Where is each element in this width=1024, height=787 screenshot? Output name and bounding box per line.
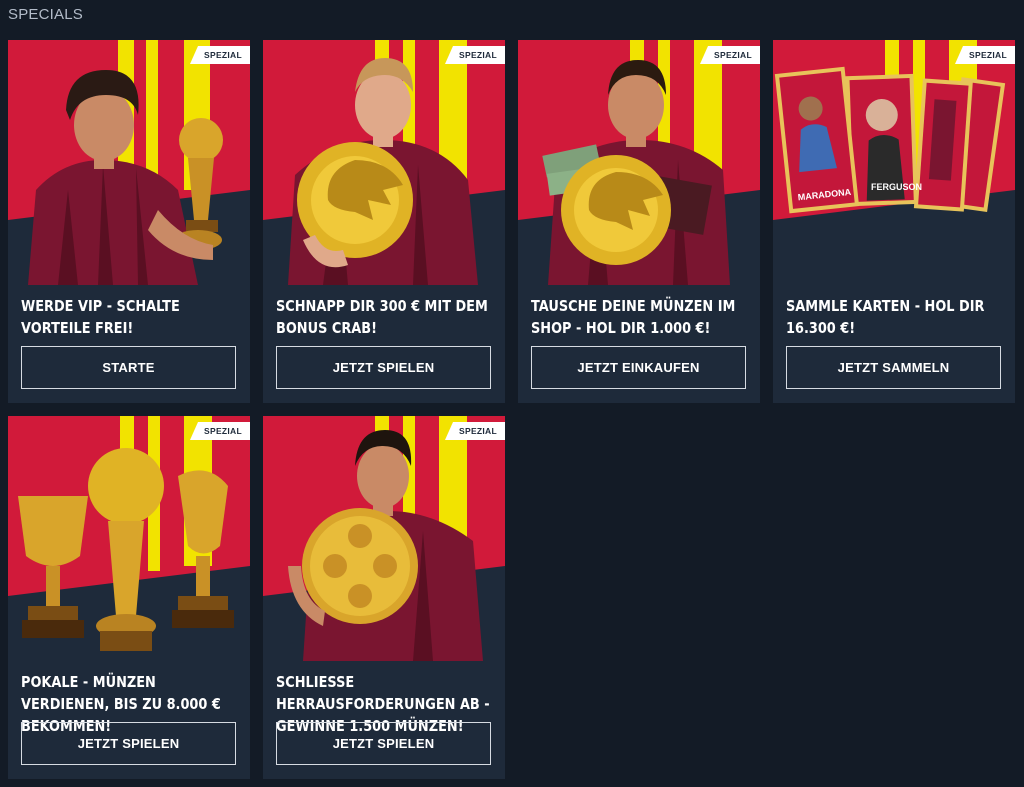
spezial-badge: SPEZIAL	[955, 46, 1015, 64]
jetzt-einkaufen-button[interactable]: JETZT EINKAUFEN	[531, 346, 746, 389]
special-card-shop[interactable]: SPEZIAL TAUSCHE DEINE MÜNZEN IM SHOP - H…	[518, 40, 760, 403]
card-title: WERDE VIP - SCHALTE VORTEILE FREI!	[21, 297, 180, 337]
card-title: SCHNAPP DIR 300 € MIT DEM BONUS CRAB!	[276, 297, 488, 337]
player-cards-image: MARADONA FERGUSON	[773, 40, 1015, 285]
section-title: SPECIALS	[8, 6, 83, 23]
ball-coin-player-image	[263, 416, 505, 661]
jetzt-spielen-button[interactable]: JETZT SPIELEN	[276, 346, 491, 389]
spezial-badge: SPEZIAL	[445, 46, 505, 64]
vip-player-trophy-image	[8, 40, 250, 285]
spezial-badge: SPEZIAL	[190, 46, 250, 64]
special-card-challenges[interactable]: SPEZIAL SCHLIESSE HERRAUSFORDERUNGEN AB …	[263, 416, 505, 779]
special-card-vip[interactable]: SPEZIAL WERDE VIP - SCHALTE VORTEILE FRE…	[8, 40, 250, 403]
special-card-bonus-crab[interactable]: SPEZIAL SCHNAPP DIR 300 € MIT DEM BONUS …	[263, 40, 505, 403]
jetzt-spielen-button[interactable]: JETZT SPIELEN	[21, 722, 236, 765]
spezial-badge: SPEZIAL	[445, 422, 505, 440]
crab-coin-player-image	[263, 40, 505, 285]
special-card-collect-cards[interactable]: MARADONA FERGUSON SPEZIAL SAMMLE KARTEN …	[773, 40, 1015, 403]
trophies-image	[8, 416, 250, 661]
spezial-badge: SPEZIAL	[700, 46, 760, 64]
starte-button[interactable]: STARTE	[21, 346, 236, 389]
card-title: SAMMLE KARTEN - HOL DIR 16.300 €!	[786, 297, 985, 337]
shop-coin-player-image	[518, 40, 760, 285]
card-label-ferguson: FERGUSON	[871, 182, 922, 192]
jetzt-spielen-button[interactable]: JETZT SPIELEN	[276, 722, 491, 765]
special-card-trophies[interactable]: SPEZIAL POKALE - MÜNZEN VERDIENEN, BIS Z…	[8, 416, 250, 779]
card-title: TAUSCHE DEINE MÜNZEN IM SHOP - HOL DIR 1…	[531, 297, 736, 337]
jetzt-sammeln-button[interactable]: JETZT SAMMELN	[786, 346, 1001, 389]
spezial-badge: SPEZIAL	[190, 422, 250, 440]
